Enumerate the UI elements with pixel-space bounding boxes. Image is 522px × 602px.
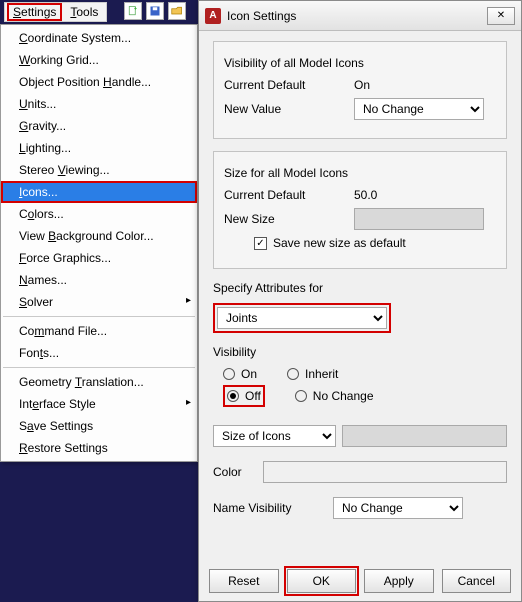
- input-size-of-icons[interactable]: [342, 425, 507, 447]
- radio-label-on: On: [241, 367, 257, 381]
- section-size-all: Size for all Model Icons Current Default…: [213, 151, 507, 269]
- radio-label-nochange: No Change: [313, 389, 374, 403]
- menu-tools[interactable]: Tools: [64, 3, 104, 21]
- menu-item-lighting[interactable]: Lighting...: [1, 137, 197, 159]
- menu-item-coordinate-system[interactable]: Coordinate System...: [1, 27, 197, 49]
- toolbar: +: [124, 2, 186, 20]
- label-new-value: New Value: [224, 102, 354, 116]
- dialog-body: Visibility of all Model Icons Current De…: [199, 31, 521, 535]
- menu-item-interface-style[interactable]: Interface Style: [1, 393, 197, 415]
- label-specify-attributes: Specify Attributes for: [213, 281, 507, 295]
- menu-item-working-grid[interactable]: Working Grid...: [1, 49, 197, 71]
- menu-settings[interactable]: Settings: [7, 3, 62, 21]
- value-current-default-size: 50.0: [354, 188, 444, 202]
- radio-icon: [295, 390, 307, 402]
- apply-button[interactable]: Apply: [364, 569, 434, 593]
- heading-visibility-all: Visibility of all Model Icons: [224, 56, 496, 70]
- section-specify-attributes: Specify Attributes for Joints Visibility…: [213, 281, 507, 519]
- dialog-button-row: Reset OK Apply Cancel: [209, 569, 511, 593]
- radio-icon: [223, 368, 235, 380]
- close-button[interactable]: ✕: [487, 7, 515, 25]
- select-name-visibility[interactable]: No Change: [333, 497, 463, 519]
- select-new-value[interactable]: No Change: [354, 98, 484, 120]
- reset-button[interactable]: Reset: [209, 569, 279, 593]
- input-new-size[interactable]: [354, 208, 484, 230]
- radio-on[interactable]: On: [223, 367, 257, 381]
- menu-item-colors[interactable]: Colors...: [1, 203, 197, 225]
- menu-tools-rest: ools: [76, 5, 98, 19]
- menu-separator: [3, 367, 195, 368]
- label-new-size: New Size: [224, 212, 354, 226]
- svg-text:+: +: [134, 6, 138, 12]
- menu-item-save-settings[interactable]: Save Settings: [1, 415, 197, 437]
- radio-icon: [227, 390, 239, 402]
- label-current-default-size: Current Default: [224, 188, 354, 202]
- radio-label-inherit: Inherit: [305, 367, 338, 381]
- label-current-default-vis: Current Default: [224, 78, 354, 92]
- menubar: Settings Tools: [4, 2, 107, 22]
- dialog-title: Icon Settings: [227, 9, 296, 23]
- select-specify-attributes[interactable]: Joints: [217, 307, 387, 329]
- menu-item-view-background-color[interactable]: View Background Color...: [1, 225, 197, 247]
- save-icon[interactable]: [146, 2, 164, 20]
- value-current-default-vis: On: [354, 78, 444, 92]
- section-visibility-all: Visibility of all Model Icons Current De…: [213, 41, 507, 139]
- label-save-new-size: Save new size as default: [273, 236, 406, 250]
- dialog-titlebar: A Icon Settings ✕: [199, 1, 521, 31]
- menu-item-object-position-handle[interactable]: Object Position Handle...: [1, 71, 197, 93]
- icon-settings-dialog: A Icon Settings ✕ Visibility of all Mode…: [198, 0, 522, 602]
- menu-item-geometry-translation[interactable]: Geometry Translation...: [1, 371, 197, 393]
- ok-button[interactable]: OK: [287, 569, 357, 593]
- select-size-of-icons[interactable]: Size of Icons: [213, 425, 336, 447]
- open-icon[interactable]: [168, 2, 186, 20]
- highlight-off: Off: [223, 385, 265, 407]
- radio-inherit[interactable]: Inherit: [287, 367, 338, 381]
- settings-dropdown: Coordinate System... Working Grid... Obj…: [0, 24, 198, 462]
- label-name-visibility: Name Visibility: [213, 501, 333, 515]
- checkbox-save-new-size[interactable]: ✓ Save new size as default: [254, 236, 406, 250]
- radio-off[interactable]: Off: [227, 389, 261, 403]
- menu-item-restore-settings[interactable]: Restore Settings: [1, 437, 197, 459]
- menu-item-solver[interactable]: Solver: [1, 291, 197, 313]
- menu-item-gravity[interactable]: Gravity...: [1, 115, 197, 137]
- menu-item-units[interactable]: Units...: [1, 93, 197, 115]
- menu-settings-rest: ettings: [21, 5, 56, 19]
- label-visibility: Visibility: [213, 345, 507, 359]
- menu-item-names[interactable]: Names...: [1, 269, 197, 291]
- highlight-spec-attr: Joints: [213, 303, 391, 333]
- label-color: Color: [213, 465, 263, 479]
- menu-item-command-file[interactable]: Command File...: [1, 320, 197, 342]
- app-icon: A: [205, 8, 221, 24]
- menu-separator: [3, 316, 195, 317]
- radio-icon: [287, 368, 299, 380]
- menu-item-force-graphics[interactable]: Force Graphics...: [1, 247, 197, 269]
- heading-size-all: Size for all Model Icons: [224, 166, 496, 180]
- color-field[interactable]: [263, 461, 507, 483]
- menu-item-fonts[interactable]: Fonts...: [1, 342, 197, 364]
- menu-item-stereo-viewing[interactable]: Stereo Viewing...: [1, 159, 197, 181]
- menu-item-icons[interactable]: Icons...: [1, 181, 197, 203]
- new-file-icon[interactable]: +: [124, 2, 142, 20]
- radio-no-change[interactable]: No Change: [295, 385, 374, 407]
- radio-label-off: Off: [245, 389, 261, 403]
- check-icon: ✓: [254, 237, 267, 250]
- cancel-button[interactable]: Cancel: [442, 569, 512, 593]
